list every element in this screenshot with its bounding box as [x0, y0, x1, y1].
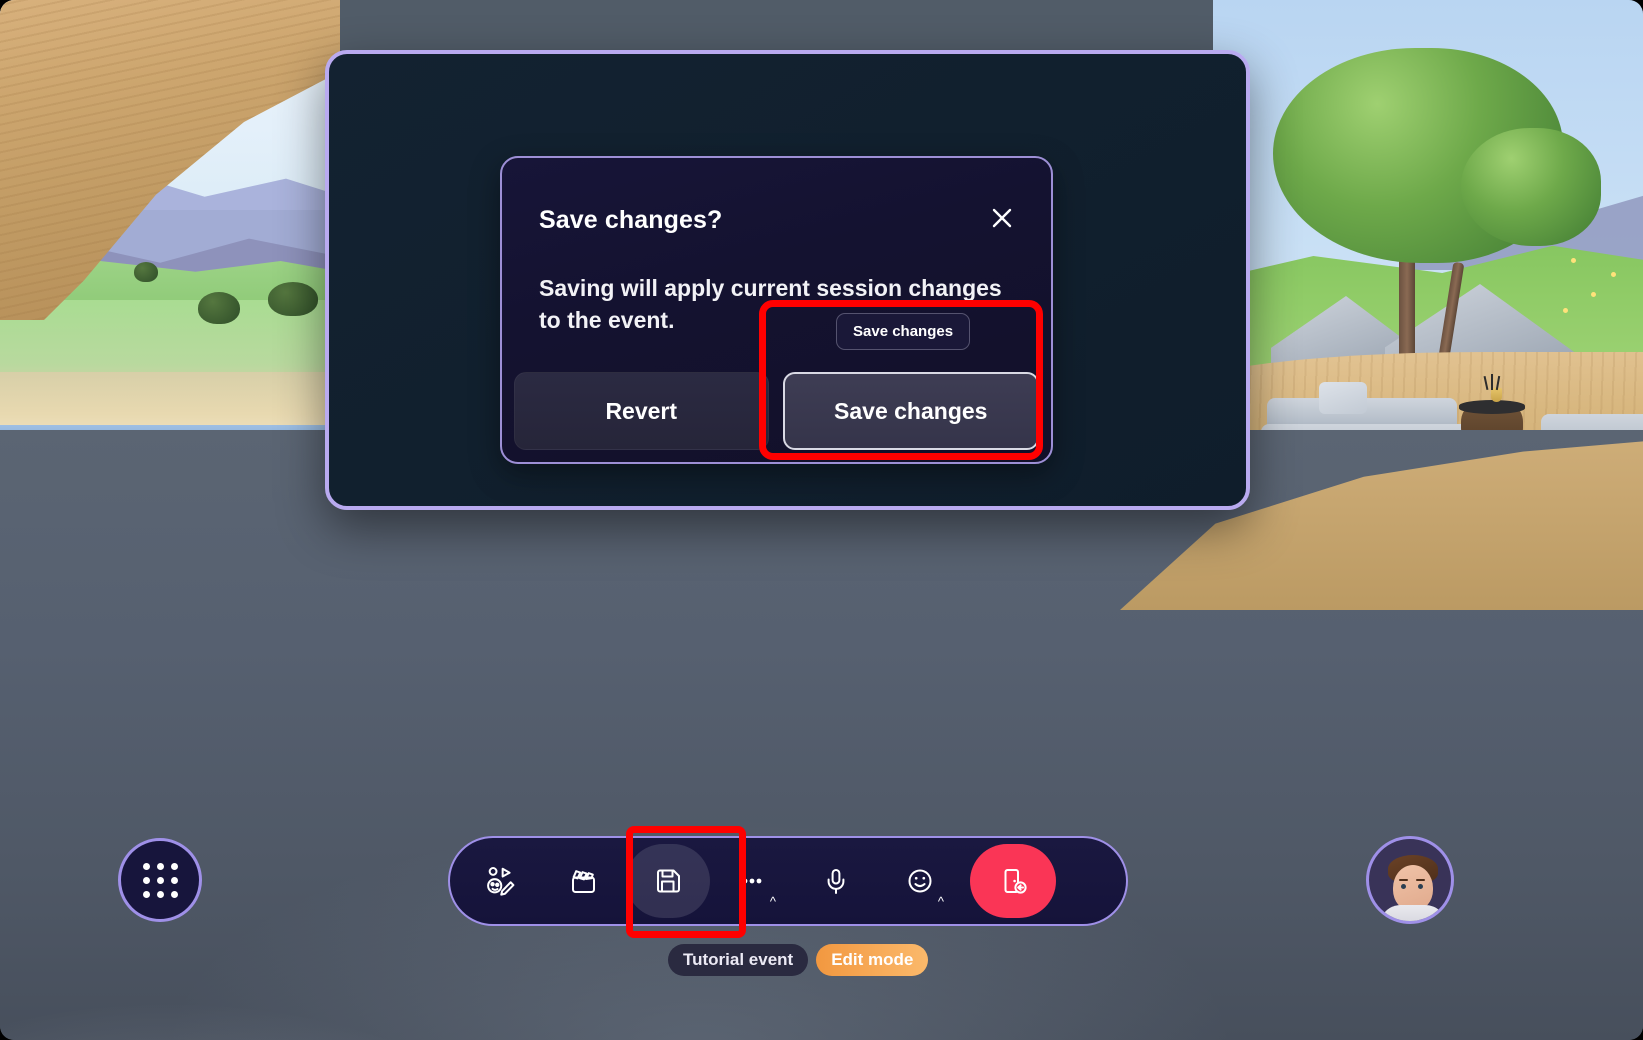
toolbar-item-save[interactable] [626, 844, 710, 918]
avatar-button[interactable] [1366, 836, 1454, 924]
pencil [1491, 374, 1493, 390]
revert-button[interactable]: Revert [514, 372, 769, 450]
ellipsis-icon [742, 878, 762, 884]
toolbar-item-microphone[interactable] [794, 844, 878, 918]
avatar-eye [1418, 884, 1423, 889]
save-changes-tooltip: Save changes [836, 313, 971, 350]
tree [134, 262, 158, 282]
microphone-icon [827, 869, 845, 894]
virtual-scene: Save changes? Saving will apply current … [0, 0, 1643, 1040]
toolbar-item-scenes[interactable] [542, 844, 626, 918]
avatar-pencil-icon [487, 867, 515, 896]
flower [1571, 258, 1576, 263]
smiley-icon [908, 869, 932, 893]
floppy-disk-icon [657, 869, 680, 893]
toolbar-item-leave[interactable] [970, 844, 1056, 918]
tree [198, 292, 240, 324]
sofa-cushion [1319, 382, 1367, 414]
save-changes-button[interactable]: Save changes [782, 372, 1039, 450]
close-button[interactable] [983, 199, 1021, 237]
edit-mode-badge: Edit mode [816, 944, 929, 976]
event-name-pill: Tutorial event [668, 944, 809, 976]
avatar-brow [1399, 879, 1408, 881]
app-launcher-button[interactable] [118, 838, 202, 922]
toolbar-item-more[interactable]: ^ [710, 844, 794, 918]
grid-dots-icon [142, 862, 178, 898]
clapperboard-icon [572, 870, 595, 893]
toolbar-item-avatar-edit[interactable] [458, 844, 542, 918]
avatar-brow [1416, 879, 1425, 881]
save-changes-dialog: Save changes? Saving will apply current … [500, 156, 1053, 464]
avatar-eye [1401, 884, 1406, 889]
close-icon [992, 208, 1012, 228]
tree-canopy [1461, 128, 1601, 246]
flower [1611, 272, 1616, 277]
pencil-cup [1491, 388, 1502, 402]
left-window-view [0, 0, 340, 500]
toolbar-item-reactions[interactable]: ^ [878, 844, 962, 918]
event-panel: Save changes? Saving will apply current … [325, 50, 1250, 510]
tree [268, 282, 318, 316]
dialog-title: Save changes? [539, 206, 723, 234]
bottom-toolbar: ^ ^ [448, 836, 1128, 926]
flower [1563, 308, 1568, 313]
flower [1591, 292, 1596, 297]
side-table-top [1459, 400, 1525, 414]
door-exit-icon [1004, 869, 1027, 894]
status-pill-row: Tutorial event Edit mode [668, 944, 929, 976]
chevron-up-icon: ^ [769, 894, 776, 909]
dialog-actions: Revert Save changes [514, 372, 1039, 450]
chevron-up-icon: ^ [937, 894, 944, 909]
